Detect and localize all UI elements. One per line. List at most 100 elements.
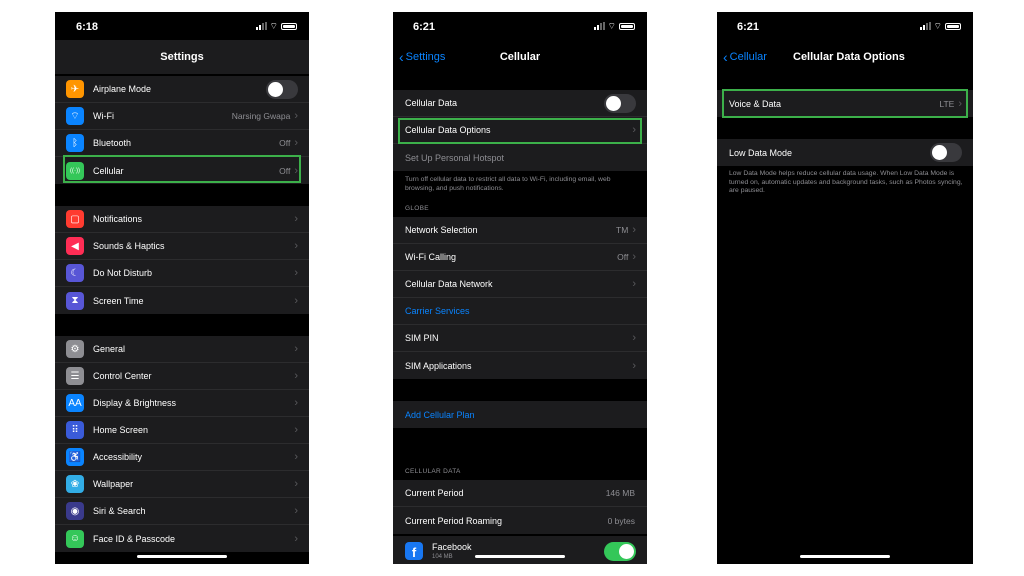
home-indicator[interactable] (475, 555, 565, 558)
cellular-data-toggle[interactable] (604, 93, 636, 113)
row-wi-fi-calling[interactable]: Wi-Fi Calling Off › (393, 244, 647, 271)
home-indicator[interactable] (800, 555, 890, 558)
row-home-screen[interactable]: ⠿ Home Screen › (55, 417, 309, 444)
row-face-id-and-passcode[interactable]: ☺ Face ID & Passcode › (55, 525, 309, 552)
sim-pin-label: SIM PIN (405, 333, 439, 343)
accessibility-label: Accessibility (93, 452, 143, 462)
status-bar: 6:21 ⌔ (393, 12, 647, 40)
options-group-low-data: Low Data Mode (717, 139, 973, 166)
chevron-left-icon: ‹ (399, 48, 404, 65)
cellular-data-options-screen: 6:21 ⌔ Cellular Data Options ‹ Cellular … (717, 12, 973, 564)
row-airplane-mode: ✈ Airplane Mode (55, 76, 309, 103)
bluetooth-value: Off (279, 138, 291, 148)
airplane-mode-label: Airplane Mode (93, 84, 152, 94)
notifications-label: Notifications (93, 214, 143, 224)
control-center-label: Control Center (93, 371, 152, 381)
chevron-right-icon: › (632, 224, 636, 236)
row-carrier-services[interactable]: Carrier Services (393, 298, 647, 325)
sim-applications-label: SIM Applications (405, 360, 472, 371)
chevron-right-icon: › (294, 451, 298, 463)
row-wallpaper[interactable]: ❀ Wallpaper › (55, 471, 309, 498)
row-general[interactable]: ⚙ General › (55, 336, 309, 363)
wi-fi-label: Wi-Fi (93, 111, 114, 121)
add-cellular-plan-label: Add Cellular Plan (405, 409, 475, 420)
back-label: Settings (405, 51, 446, 63)
row-current-period-roaming[interactable]: Current Period Roaming 0 bytes (393, 507, 647, 534)
chevron-right-icon: › (294, 267, 298, 279)
chevron-right-icon: › (294, 424, 298, 436)
carrier-services-label: Carrier Services (405, 306, 470, 316)
highlight-cellular-data-options (398, 118, 642, 144)
chevron-right-icon: › (632, 332, 636, 344)
hourglass-icon: ⧗ (66, 291, 84, 310)
cellular-screen: 6:21 ⌔ Cellular ‹ Settings Cellular Data… (393, 12, 647, 564)
chevron-right-icon: › (294, 397, 298, 409)
carrier-caption: GLOBE (405, 205, 429, 212)
row-sim-pin[interactable]: SIM PIN › (393, 325, 647, 352)
row-accessibility[interactable]: ♿ Accessibility › (55, 444, 309, 471)
row-do-not-disturb[interactable]: ☾ Do Not Disturb › (55, 260, 309, 287)
sounds-and-haptics-label: Sounds & Haptics (93, 241, 165, 251)
bluetooth-icon: ᛒ (66, 134, 84, 152)
airplane-mode-toggle[interactable] (266, 79, 298, 99)
cellular-data-note: Turn off cellular data to restrict all d… (405, 176, 611, 192)
row-siri-and-search[interactable]: ◉ Siri & Search › (55, 498, 309, 525)
wifi-status-icon: ⌔ (607, 21, 616, 31)
wifi-status-icon: ⌔ (933, 21, 942, 31)
app-name: Facebook (432, 542, 472, 552)
face-id-and-passcode-label: Face ID & Passcode (93, 533, 176, 544)
back-button[interactable]: ‹ Settings (399, 48, 446, 65)
home-screen-label: Home Screen (93, 425, 149, 435)
flower-icon: ❀ (66, 475, 84, 493)
chevron-right-icon: › (294, 137, 298, 149)
moon-icon: ☾ (66, 264, 84, 282)
low-data-mode-toggle[interactable] (930, 143, 962, 162)
status-bar: 6:18 ⌔ (55, 12, 309, 40)
page-title: Settings (160, 51, 204, 63)
cellular-group-plan: Add Cellular Plan (393, 401, 647, 428)
app-row-facebook[interactable]: f Facebook 104 MB (393, 536, 647, 564)
row-notifications[interactable]: ▢ Notifications › (55, 206, 309, 233)
row-bluetooth[interactable]: ᛒ Bluetooth Off › (55, 130, 309, 157)
screen-time-label: Screen Time (93, 295, 144, 306)
app-usage-group: f Facebook 104 MB (393, 536, 647, 564)
row-network-selection[interactable]: Network Selection TM › (393, 217, 647, 244)
home-indicator[interactable] (137, 555, 227, 558)
row-sounds-and-haptics[interactable]: ◀ Sounds & Haptics › (55, 233, 309, 260)
highlight-cellular (63, 155, 301, 183)
facebook-cellular-toggle[interactable] (604, 541, 636, 561)
row-display-and-brightness[interactable]: AA Display & Brightness › (55, 390, 309, 417)
wifi-icon: ⌔ (66, 107, 84, 125)
wi-fi-calling-label: Wi-Fi Calling (405, 252, 457, 262)
add-cellular-plan-button[interactable]: Add Cellular Plan (393, 401, 647, 428)
row-current-period[interactable]: Current Period 146 MB (393, 480, 647, 507)
chevron-right-icon: › (294, 370, 298, 382)
do-not-disturb-label: Do Not Disturb (93, 268, 153, 278)
status-time: 6:21 (737, 21, 760, 33)
cellular-data-label: Cellular Data (405, 98, 458, 108)
back-label: Cellular (729, 51, 767, 63)
row-sim-applications[interactable]: SIM Applications › (393, 352, 647, 379)
row-cellular-data: Cellular Data (393, 90, 647, 117)
display-and-brightness-label: Display & Brightness (93, 398, 177, 408)
text-size-icon: AA (66, 394, 84, 412)
battery-icon (945, 22, 961, 30)
facebook-icon: f (405, 542, 423, 560)
row-wi-fi[interactable]: ⌔ Wi-Fi Narsing Gwapa › (55, 103, 309, 130)
page-title: Cellular Data Options (793, 51, 905, 63)
row-set-up-personal-hotspot[interactable]: Set Up Personal Hotspot (393, 144, 647, 171)
chevron-right-icon: › (294, 294, 298, 307)
status-time: 6:18 (76, 21, 99, 33)
wi-fi-value: Narsing Gwapa (231, 111, 291, 121)
row-screen-time[interactable]: ⧗ Screen Time › (55, 287, 309, 314)
row-cellular-data-network[interactable]: Cellular Data Network › (393, 271, 647, 298)
chevron-right-icon: › (632, 278, 636, 290)
low-data-mode-label: Low Data Mode (729, 147, 793, 158)
back-button[interactable]: ‹ Cellular (723, 50, 767, 64)
cellular-group-carrier: Network Selection TM › Wi-Fi Calling Off › Cel… (393, 217, 647, 379)
chevron-right-icon: › (294, 110, 298, 122)
cellular-data-network-label: Cellular Data Network (405, 279, 493, 289)
row-control-center[interactable]: ☰ Control Center › (55, 363, 309, 390)
chevron-right-icon: › (294, 213, 298, 225)
settings-screen: 6:18 ⌔ Settings ✈ Airplane Mode ⌔ Wi-Fi Nars… (55, 12, 309, 564)
